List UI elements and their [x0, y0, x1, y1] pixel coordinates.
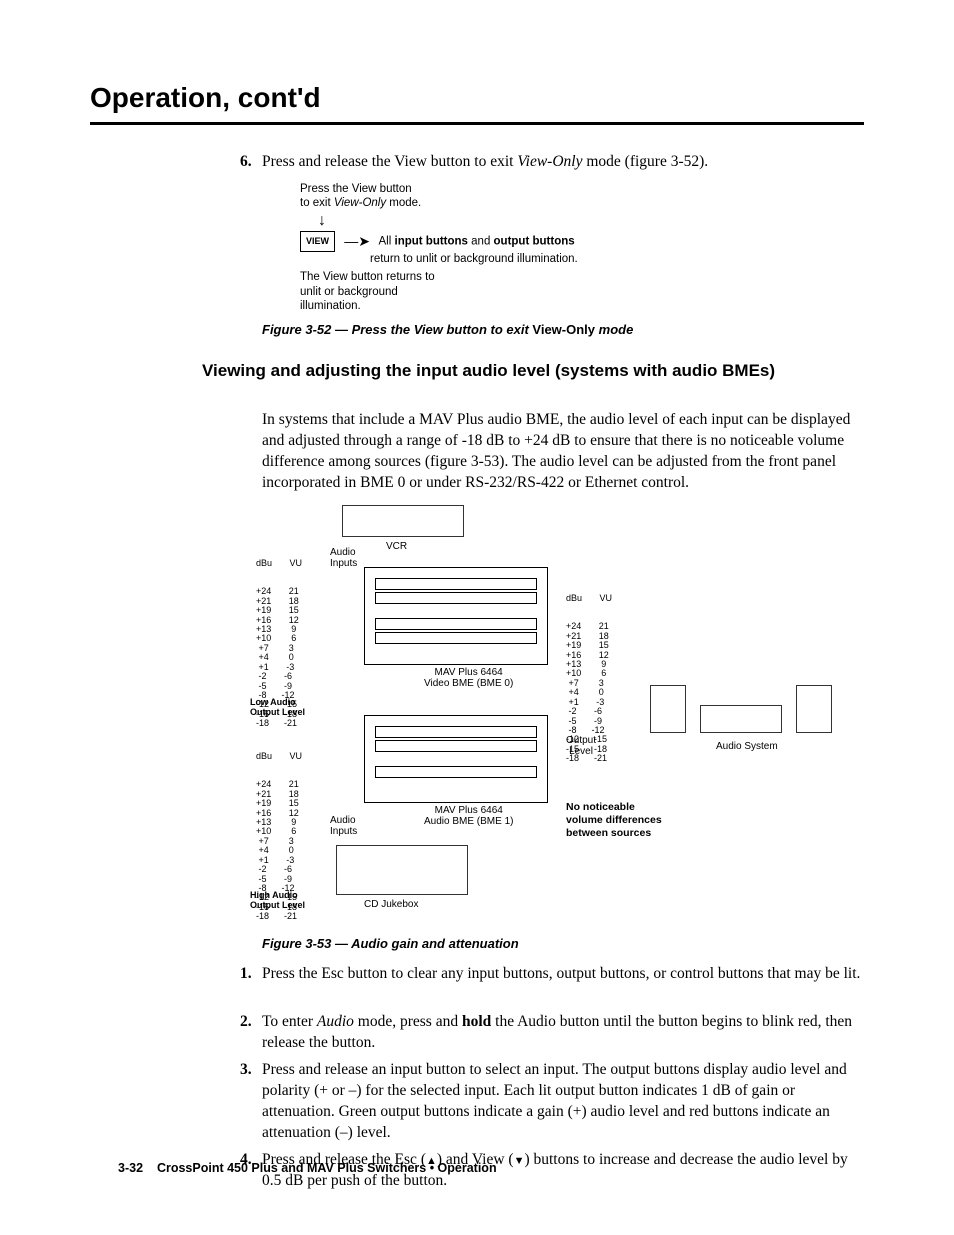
step-2: 2. To enter Audio mode, press and hold t…: [262, 1012, 862, 1054]
intro-paragraph: In systems that include a MAV Plus audio…: [262, 410, 862, 494]
page-footer: 3-32 CrossPoint 450 Plus and MAV Plus Sw…: [118, 1161, 497, 1175]
arrow-down-icon: ↓: [318, 213, 578, 229]
arrow-right-icon: ―➤: [344, 233, 370, 251]
figure-3-52: Press the View button to exit View-Only …: [300, 182, 578, 314]
fig52-cap-pre: Figure 3-52 — Press the View button to e…: [262, 322, 532, 337]
low-audio-label: Low Audio Output Level: [250, 697, 305, 717]
receiver-icon: [700, 705, 782, 733]
s2-pre: To enter: [262, 1013, 317, 1030]
step-1: 1. Press the Esc button to clear any inp…: [262, 964, 862, 985]
dbu-vu-header-2: dBu VU: [256, 752, 302, 761]
fig52-press-line1: Press the View button: [300, 182, 578, 196]
view-only-mode: View-Only: [517, 153, 582, 170]
figure-3-53: VCR dBu VU +24 21 +21 18 +19 15 +16 12 +…: [250, 505, 860, 925]
step-2-text: To enter Audio mode, press and hold the …: [262, 1013, 852, 1051]
fig52-right-text: All input buttons and output buttons: [379, 235, 575, 247]
fig52-press2-pre: to exit: [300, 197, 334, 209]
fig52-right-line2: return to unlit or background illuminati…: [370, 252, 578, 266]
audio-inputs-label-1: Audio Inputs: [330, 547, 357, 569]
high-audio-label: High Audio Output Level: [250, 890, 305, 910]
fig52-button-row: VIEW ―➤ All input buttons and output but…: [300, 231, 578, 267]
step-2-number: 2.: [240, 1012, 252, 1033]
no-noticeable-differences: No noticeable volume differences between…: [566, 801, 662, 840]
step-3-text: Press and release an input button to sel…: [262, 1061, 847, 1141]
speaker-right-icon: [796, 685, 832, 733]
fig52-right-mid: and: [468, 235, 494, 247]
step-6-post: mode (figure 3-52).: [582, 153, 708, 170]
s2-audio: Audio: [317, 1013, 354, 1030]
audio-inputs-label-2: Audio Inputs: [330, 815, 357, 837]
fig52-below1: The View button returns to: [300, 270, 578, 284]
step-6-pre: Press and release the View button to exi…: [262, 153, 517, 170]
fig52-right-b2: output buttons: [494, 235, 575, 247]
triangle-down-icon: ▼: [514, 1156, 525, 1167]
fig52-below3: illumination.: [300, 299, 578, 313]
audio-system-label: Audio System: [716, 741, 778, 752]
fig52-right-b1: input buttons: [395, 235, 468, 247]
fig52-right-pre: All: [379, 235, 395, 247]
step-3-number: 3.: [240, 1060, 252, 1081]
vcr-label: VCR: [386, 541, 407, 552]
cd-jukebox-label: CD Jukebox: [364, 899, 418, 910]
figure-3-52-caption: Figure 3-52 — Press the View button to e…: [262, 322, 633, 337]
audio-bme-label: MAV Plus 6464 Audio BME (BME 1): [424, 805, 513, 827]
footer-text: CrossPoint 450 Plus and MAV Plus Switche…: [157, 1161, 497, 1175]
speaker-left-icon: [650, 685, 686, 733]
fig52-cap-post: mode: [595, 322, 633, 337]
section-title: Viewing and adjusting the input audio le…: [202, 360, 862, 383]
cd-jukebox-device: [336, 845, 468, 895]
view-button: VIEW: [300, 231, 335, 252]
fig52-press-line2: to exit View-Only mode.: [300, 196, 578, 210]
fig52-cap-nv: View-Only: [532, 322, 595, 337]
step-6: 6. Press and release the View button to …: [262, 152, 862, 173]
fig52-press2-mode: View-Only: [334, 197, 386, 209]
fig52-press2-post: mode.: [386, 197, 421, 209]
header-rule: [90, 122, 864, 125]
fig52-below2: unlit or background: [300, 285, 578, 299]
figure-3-53-caption: Figure 3-53 — Audio gain and attenuation: [262, 936, 519, 951]
video-bme-rack: [364, 567, 548, 665]
page-number: 3-32: [118, 1161, 143, 1175]
step-1-text: Press the Esc button to clear any input …: [262, 965, 860, 982]
vcr-device: [342, 505, 464, 537]
output-level-label: Output Level: [566, 735, 596, 757]
page-header: Operation, cont'd: [90, 82, 321, 114]
dbu-vu-header-1: dBu VU: [256, 559, 302, 568]
video-bme-label: MAV Plus 6464 Video BME (BME 0): [424, 667, 513, 689]
s2-hold: hold: [462, 1013, 491, 1030]
s2-mid: mode, press and: [354, 1013, 462, 1030]
audio-bme-rack: [364, 715, 548, 803]
dbu-vu-header-3: dBu VU: [566, 594, 612, 603]
step-6-text: Press and release the View button to exi…: [262, 153, 708, 170]
step-1-number: 1.: [240, 964, 252, 985]
step-6-number: 6.: [240, 152, 252, 173]
step-3: 3. Press and release an input button to …: [262, 1060, 862, 1144]
